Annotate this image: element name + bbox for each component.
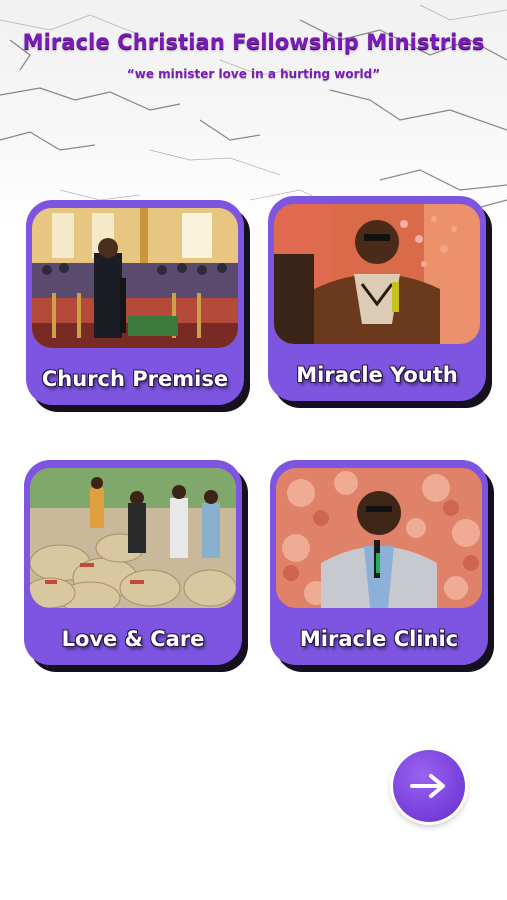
miracle-clinic-card[interactable]: Miracle Clinic xyxy=(270,460,488,665)
app-tagline: “we minister love in a hurting world” xyxy=(126,67,381,81)
love-care-card[interactable]: Love & Care xyxy=(24,460,242,665)
miracle-clinic-photo xyxy=(276,468,482,608)
miracle-youth-photo xyxy=(274,204,480,344)
miracle-clinic-label: Miracle Clinic xyxy=(299,627,459,651)
next-button[interactable] xyxy=(393,750,465,822)
miracle-youth-card[interactable]: Miracle Youth xyxy=(268,196,486,401)
church-premise-photo xyxy=(32,208,238,348)
miracle-youth-label: Miracle Youth xyxy=(296,363,458,387)
love-care-label: Love & Care xyxy=(61,627,205,651)
love-care-photo xyxy=(30,468,236,608)
app-title: Miracle Christian Fellowship Ministries xyxy=(22,30,485,54)
arrow-right-icon xyxy=(410,774,445,798)
church-premise-label: Church Premise xyxy=(41,367,229,391)
church-premise-card[interactable]: Church Premise xyxy=(26,200,244,405)
